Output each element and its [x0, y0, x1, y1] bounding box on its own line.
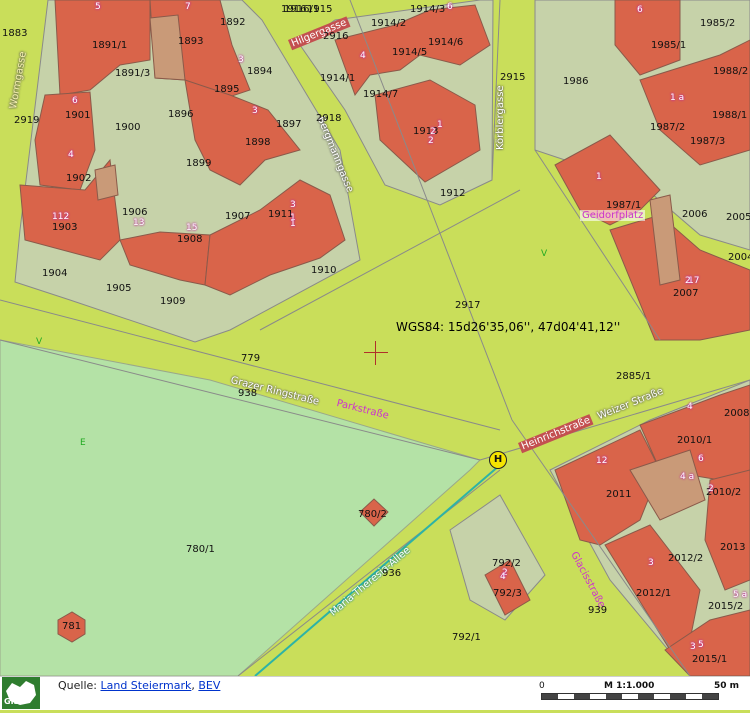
- bus-stop-icon[interactable]: H: [489, 451, 507, 469]
- source-label: Quelle:: [58, 679, 97, 692]
- source-separator: ,: [191, 679, 195, 692]
- source-link-land-steiermark[interactable]: Land Steiermark: [100, 679, 191, 692]
- source-link-bev[interactable]: BEV: [198, 679, 220, 692]
- scale-bar: 0 M 1:1.000 50 m: [538, 677, 750, 710]
- coordinate-readout: WGS84: 15d26'35,06'', 47d04'41,12'': [396, 320, 621, 334]
- gis-logo-text: GIS: [4, 697, 20, 706]
- crosshair-icon: [364, 341, 388, 365]
- scale-end: 50 m: [714, 681, 740, 691]
- source-attribution: Quelle: Land Steiermark, BEV: [58, 679, 220, 692]
- building: [94, 164, 119, 201]
- map-footer: GIS Quelle: Land Steiermark, BEV 0 M 1:1…: [0, 676, 750, 710]
- gis-logo-icon: GIS: [2, 677, 40, 709]
- building: [34, 91, 96, 191]
- scale-bar-graphic: [541, 693, 719, 700]
- scale-ratio: M 1:1.000: [604, 681, 655, 691]
- scale-start: 0: [539, 681, 545, 691]
